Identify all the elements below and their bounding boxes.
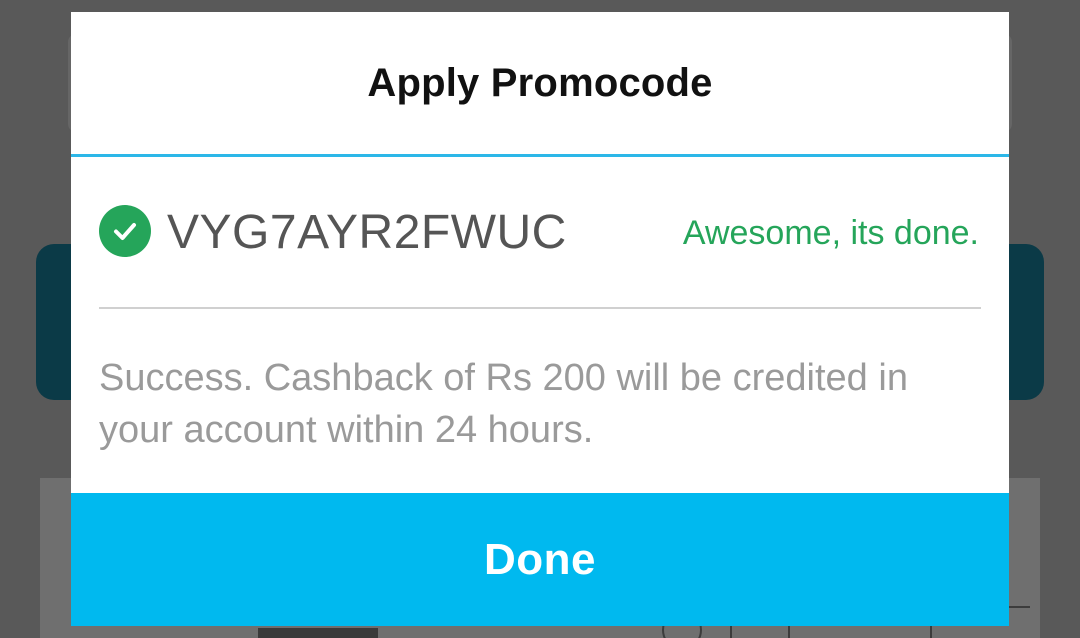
check-circle-icon <box>99 205 151 257</box>
dialog-title: Apply Promocode <box>367 60 713 105</box>
promo-code-value: VYG7AYR2FWUC <box>167 206 567 259</box>
apply-promocode-dialog: Apply Promocode VYG7AYR2FWUC Awesome, it… <box>71 12 1009 626</box>
promo-code-row: VYG7AYR2FWUC Awesome, its done. <box>99 169 981 309</box>
dialog-header: Apply Promocode <box>71 12 1009 157</box>
done-button[interactable]: Done <box>71 493 1009 626</box>
background-bar <box>258 628 378 638</box>
success-message: Success. Cashback of Rs 200 will be cred… <box>99 357 908 451</box>
done-button-label: Done <box>484 534 596 584</box>
promo-status-text: Awesome, its done. <box>682 214 979 252</box>
